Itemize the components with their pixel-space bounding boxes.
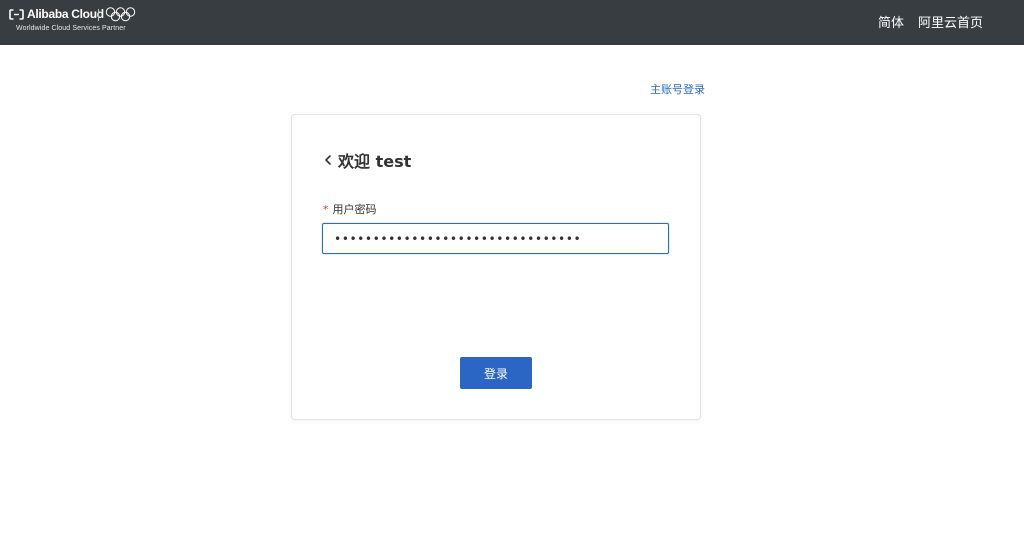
top-nav: 简体 阿里云首页 — [878, 12, 983, 31]
password-field-label: * 用户密码 — [323, 201, 377, 217]
chevron-left-icon[interactable] — [322, 152, 334, 168]
logo-brand-name: Alibaba Cloud — [27, 7, 104, 21]
olympic-rings-icon — [105, 7, 136, 22]
alibaba-cloud-mark-icon — [9, 9, 24, 20]
password-input[interactable] — [322, 223, 669, 254]
language-switch-link[interactable]: 简体 — [878, 12, 904, 31]
welcome-title: 欢迎 test — [338, 152, 412, 171]
logo-divider — [98, 9, 99, 21]
alibaba-cloud-logo[interactable]: Alibaba Cloud Worldwide Cloud Services P… — [9, 6, 159, 36]
login-card: 欢迎 test *用户密码 登录 — [291, 114, 701, 420]
password-label-text: 用户密码 — [332, 203, 377, 216]
login-button[interactable]: 登录 — [460, 357, 532, 389]
welcome-heading: 欢迎 test — [322, 148, 411, 172]
aliyun-home-link[interactable]: 阿里云首页 — [918, 12, 983, 31]
required-mark: * — [323, 203, 329, 216]
top-header-bar: Alibaba Cloud Worldwide Cloud Services P… — [0, 0, 1024, 45]
main-account-login-link[interactable]: 主账号登录 — [650, 81, 705, 97]
logo-tagline: Worldwide Cloud Services Partner — [16, 25, 126, 32]
